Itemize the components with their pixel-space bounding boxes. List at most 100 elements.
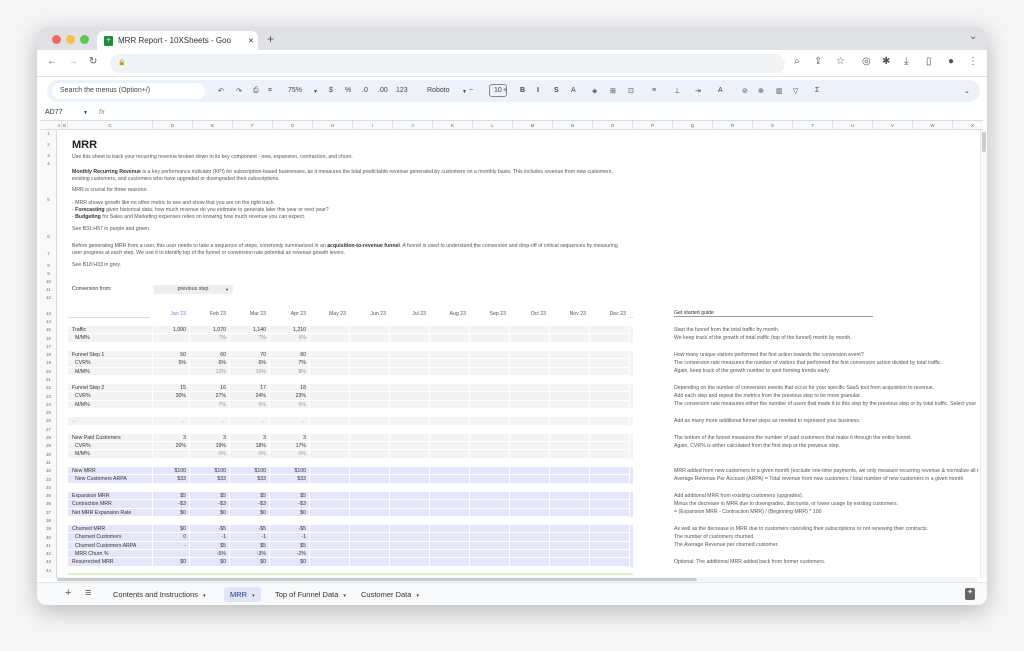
table-cell[interactable] <box>550 508 590 517</box>
table-cell[interactable] <box>390 442 430 451</box>
vertical-scrollbar[interactable] <box>980 130 987 578</box>
row-header-35[interactable]: 35 <box>40 493 57 498</box>
table-cell[interactable] <box>350 433 390 443</box>
table-cell[interactable] <box>550 384 590 393</box>
table-cell[interactable] <box>430 500 470 509</box>
table-cell[interactable] <box>350 491 390 501</box>
table-cell[interactable]: 1,070 <box>190 326 230 335</box>
table-cell[interactable] <box>430 433 470 443</box>
table-cell[interactable] <box>590 400 630 410</box>
table-cell[interactable] <box>390 525 430 534</box>
table-cell[interactable]: 12% <box>190 367 230 376</box>
row-header-6[interactable]: 6 <box>40 234 57 239</box>
row-header-33[interactable]: 33 <box>40 477 57 482</box>
table-cell[interactable]: 6% <box>270 334 310 343</box>
table-cell[interactable] <box>470 334 510 343</box>
column-header-q[interactable]: Q <box>673 121 713 130</box>
table-cell[interactable] <box>310 384 350 393</box>
column-header-e[interactable]: E <box>193 121 233 130</box>
column-header-v[interactable]: V <box>873 121 913 130</box>
table-cell[interactable] <box>430 326 470 335</box>
table-cell[interactable]: 6% <box>230 400 270 410</box>
table-cell[interactable]: $0 <box>150 558 190 567</box>
row-header-5[interactable]: 5 <box>40 197 57 202</box>
table-cell[interactable] <box>470 326 510 335</box>
table-cell[interactable]: $33 <box>150 475 190 484</box>
table-cell[interactable] <box>470 541 510 550</box>
name-box[interactable]: AD77 <box>45 109 63 116</box>
strikethrough-button[interactable]: S <box>554 87 559 94</box>
table-cell[interactable] <box>550 533 590 542</box>
explore-icon[interactable]: ✦ <box>965 588 975 600</box>
table-cell[interactable] <box>510 384 550 393</box>
table-cell[interactable] <box>430 467 470 476</box>
table-cell[interactable] <box>550 417 590 426</box>
row-header-1[interactable]: 1 <box>40 131 57 136</box>
table-cell[interactable] <box>590 533 630 542</box>
table-cell[interactable] <box>550 400 590 410</box>
font-size-decrease[interactable]: − <box>469 87 473 94</box>
table-cell[interactable] <box>390 508 430 517</box>
table-cell[interactable]: 30% <box>150 392 190 401</box>
table-cell[interactable]: 5% <box>150 359 190 368</box>
table-cell[interactable] <box>350 334 390 343</box>
table-cell[interactable]: 60 <box>190 351 230 360</box>
paint-format-icon[interactable]: ⌗ <box>268 87 272 95</box>
table-cell[interactable]: 6% <box>230 359 270 368</box>
table-cell[interactable]: $100 <box>230 467 270 476</box>
wrap-icon[interactable]: ⇥ <box>695 87 701 95</box>
rotate-icon[interactable]: A <box>718 87 723 94</box>
table-cell[interactable]: $0 <box>190 558 230 567</box>
table-cell[interactable]: 16 <box>190 384 230 393</box>
table-cell[interactable] <box>350 400 390 410</box>
link-icon[interactable]: ⊘ <box>742 87 748 95</box>
table-cell[interactable] <box>510 392 550 401</box>
table-cell[interactable] <box>390 491 430 501</box>
table-cell[interactable] <box>590 508 630 517</box>
table-cell[interactable] <box>510 417 550 426</box>
table-cell[interactable]: ... <box>190 417 230 426</box>
table-cell[interactable] <box>350 508 390 517</box>
bold-button[interactable]: B <box>520 87 525 94</box>
table-cell[interactable] <box>470 491 510 501</box>
table-cell[interactable]: $33 <box>230 475 270 484</box>
redo-icon[interactable]: ↷ <box>236 87 242 95</box>
table-cell[interactable] <box>310 334 350 343</box>
table-cell[interactable] <box>430 549 470 559</box>
table-cell[interactable]: -$3 <box>150 500 190 509</box>
table-cell[interactable] <box>430 558 470 567</box>
reload-icon[interactable]: ↻ <box>89 57 97 67</box>
column-header-u[interactable]: U <box>833 121 873 130</box>
table-cell[interactable]: -$5 <box>230 525 270 534</box>
table-cell[interactable]: 8% <box>270 367 310 376</box>
table-cell[interactable] <box>350 359 390 368</box>
column-header-t[interactable]: T <box>793 121 833 130</box>
table-cell[interactable] <box>390 351 430 360</box>
sheet-tab-contents-and-instructions[interactable]: Contents and Instructions ▾ <box>107 587 212 602</box>
table-cell[interactable] <box>550 450 590 459</box>
table-cell[interactable]: 1,140 <box>230 326 270 335</box>
table-cell[interactable]: $0 <box>230 558 270 567</box>
table-cell[interactable] <box>550 351 590 360</box>
table-cell[interactable] <box>430 508 470 517</box>
functions-icon[interactable]: Σ <box>815 87 819 94</box>
row-header-19[interactable]: 19 <box>40 360 57 365</box>
chart-icon[interactable]: ▥ <box>776 87 783 95</box>
comment-icon[interactable]: ⊕ <box>758 87 764 95</box>
caret-down-icon[interactable]: ▾ <box>252 593 255 599</box>
table-cell[interactable]: 17% <box>270 442 310 451</box>
table-cell[interactable] <box>590 491 630 501</box>
column-header-w[interactable]: W <box>913 121 953 130</box>
table-cell[interactable] <box>590 334 630 343</box>
row-header-36[interactable]: 36 <box>40 501 57 506</box>
table-cell[interactable] <box>430 351 470 360</box>
table-cell[interactable] <box>510 558 550 567</box>
table-cell[interactable] <box>430 334 470 343</box>
table-cell[interactable] <box>350 549 390 559</box>
table-cell[interactable]: 19% <box>190 442 230 451</box>
table-cell[interactable] <box>590 500 630 509</box>
table-cell[interactable] <box>390 541 430 550</box>
conversion-dropdown[interactable]: previous step ▼ <box>153 285 233 294</box>
column-header-k[interactable]: K <box>433 121 473 130</box>
maximize-window-button[interactable] <box>80 35 89 44</box>
